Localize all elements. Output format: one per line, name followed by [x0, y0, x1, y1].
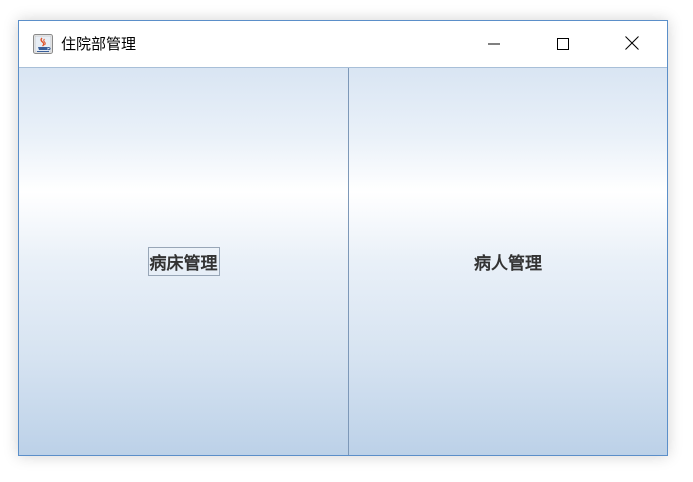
maximize-button[interactable]	[540, 21, 586, 67]
close-icon	[625, 35, 639, 54]
application-window: 住院部管理 病床管理 病人管理	[18, 20, 668, 456]
maximize-icon	[557, 35, 569, 54]
java-cup-icon[interactable]	[33, 34, 53, 54]
bed-management-label: 病床管理	[147, 247, 220, 276]
patient-management-label: 病人管理	[474, 254, 542, 274]
title-bar[interactable]: 住院部管理	[19, 21, 667, 68]
bed-management-button[interactable]: 病床管理	[19, 68, 349, 455]
window-title: 住院部管理	[61, 35, 137, 53]
minimize-icon	[488, 35, 500, 54]
button-grid: 病床管理 病人管理	[19, 68, 667, 455]
minimize-button[interactable]	[471, 21, 517, 67]
patient-management-button[interactable]: 病人管理	[349, 68, 667, 455]
close-button[interactable]	[609, 21, 655, 67]
